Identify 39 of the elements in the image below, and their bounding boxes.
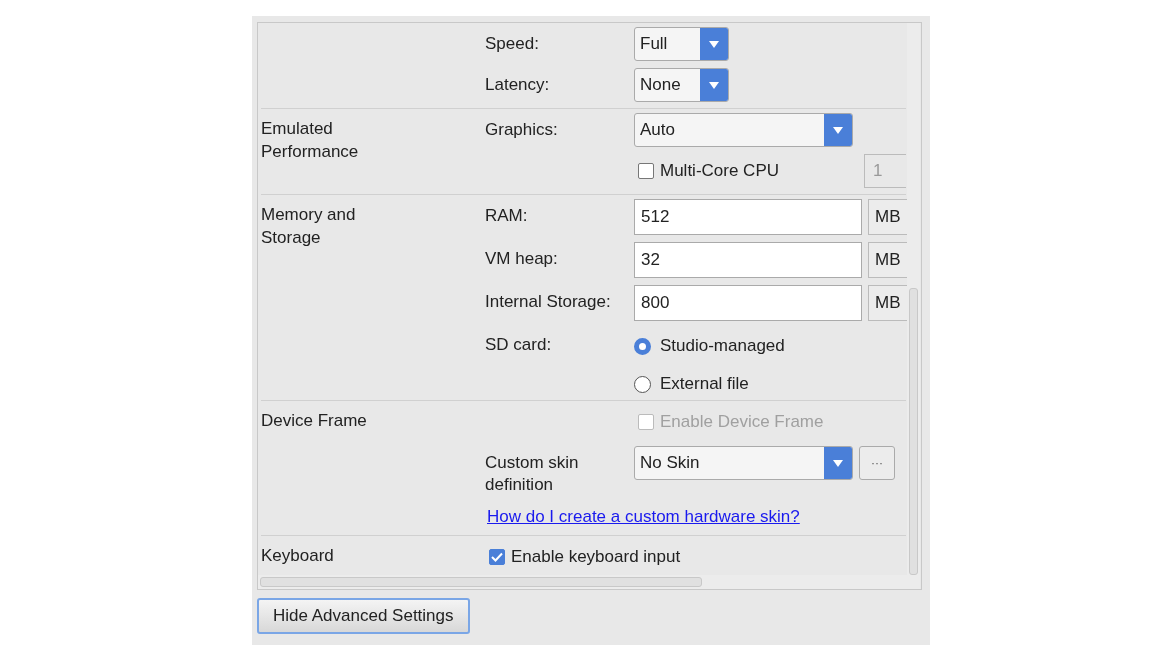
- checkbox[interactable]: [489, 549, 505, 565]
- checkbox-label[interactable]: Multi-Core CPU: [660, 161, 780, 181]
- input-field[interactable]: 800: [634, 285, 862, 321]
- browse-button[interactable]: ···: [859, 446, 895, 480]
- dropdown[interactable]: None: [634, 68, 729, 102]
- dropdown[interactable]: Auto: [634, 113, 853, 147]
- radio-button[interactable]: [634, 337, 651, 355]
- field-label: RAM:: [485, 205, 529, 227]
- input-field[interactable]: 512: [634, 199, 862, 235]
- checkbox-label[interactable]: Enable keyboard input: [511, 547, 681, 567]
- dropdown[interactable]: Full: [634, 27, 729, 61]
- help-link[interactable]: How do I create a custom hardware skin?: [485, 503, 802, 527]
- caret-icon: [700, 69, 728, 101]
- checkbox[interactable]: [638, 163, 654, 179]
- section-title: Memory and Storage: [261, 204, 357, 249]
- field-label: VM heap:: [485, 248, 559, 270]
- section-title: Keyboard: [261, 545, 334, 567]
- horizontal-scrollbar[interactable]: [258, 575, 907, 589]
- unit-dropdown[interactable]: MB: [868, 199, 910, 235]
- radio-option[interactable]: Studio-managed: [634, 336, 785, 356]
- field-label: Internal Storage:: [485, 291, 612, 313]
- section-title: Emulated Performance: [261, 118, 360, 163]
- dropdown[interactable]: No Skin: [634, 446, 853, 480]
- vertical-scrollbar[interactable]: [907, 23, 920, 589]
- hide-advanced-settings-button[interactable]: Hide Advanced Settings: [257, 598, 470, 634]
- unit-dropdown[interactable]: MB: [868, 285, 910, 321]
- field-label: SD card:: [485, 334, 553, 356]
- section-title: Device Frame: [261, 410, 367, 432]
- caret-icon: [824, 447, 852, 479]
- radio-option[interactable]: External file: [634, 374, 785, 394]
- field-label: Latency:: [485, 74, 551, 96]
- radio-button[interactable]: [634, 375, 651, 393]
- caret-icon: [824, 114, 852, 146]
- input-field[interactable]: 32: [634, 242, 862, 278]
- field-label: Speed:: [485, 33, 540, 55]
- field-label: Custom skin definition: [485, 452, 580, 496]
- caret-icon: [700, 28, 728, 60]
- unit-dropdown[interactable]: MB: [868, 242, 910, 278]
- field-label: Graphics:: [485, 119, 559, 141]
